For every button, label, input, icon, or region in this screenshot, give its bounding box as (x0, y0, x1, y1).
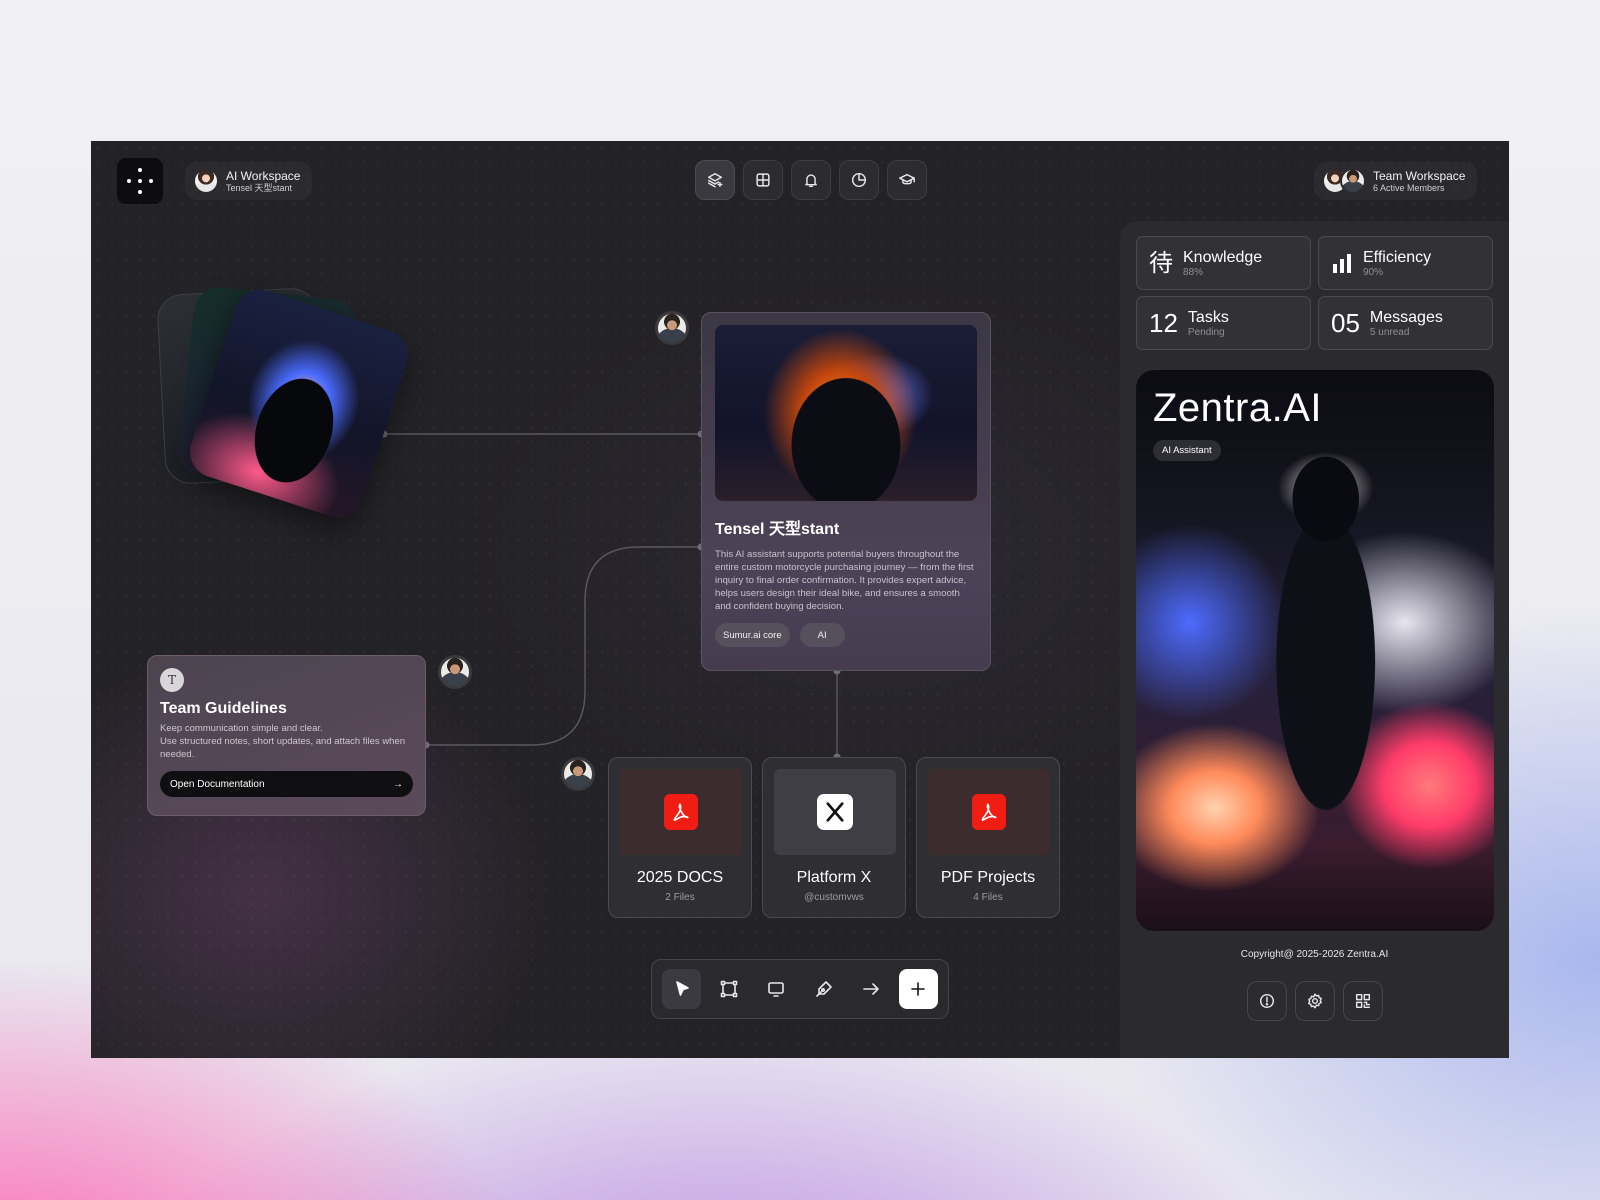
pdf-icon (664, 794, 698, 830)
stat-tasks[interactable]: 12 Tasks Pending (1136, 296, 1311, 350)
pen-icon (815, 981, 832, 997)
open-documentation-label: Open Documentation (170, 778, 265, 790)
stat-label: Tasks (1187, 308, 1229, 326)
assistant-description: This AI assistant supports potential buy… (715, 549, 974, 612)
connector-guide-to-card (426, 546, 701, 746)
stat-label: Efficiency (1363, 248, 1432, 266)
frame-tool[interactable] (709, 969, 748, 1009)
stat-value: 5 unread (1369, 326, 1410, 338)
collaborator-avatar[interactable] (561, 757, 595, 791)
file-count: 2 Files (665, 892, 695, 903)
screen-icon (768, 982, 785, 997)
screen-tool[interactable] (757, 969, 796, 1009)
assistant-image (715, 325, 977, 501)
assistant-card[interactable]: Tensel 天型stant This AI assistant support… (701, 312, 991, 671)
file-name: 2025 DOCS (636, 869, 724, 886)
panel-actions (1247, 981, 1383, 1021)
open-documentation-button[interactable]: Open Documentation → (160, 771, 413, 797)
frame-icon (720, 980, 738, 998)
stat-messages[interactable]: 05 Messages 5 unread (1318, 296, 1493, 350)
file-name: Platform X (796, 869, 872, 886)
collaborator-avatar[interactable] (655, 311, 689, 345)
collaborator-avatar[interactable] (438, 655, 472, 689)
arrow-icon (863, 983, 879, 995)
file-card[interactable]: 2025 DOCS 2 Files (608, 757, 752, 918)
plus-icon (911, 982, 926, 996)
file-count: 4 Files (973, 892, 1003, 903)
file-card[interactable]: Platform X @customvws (762, 757, 906, 918)
info-icon (1259, 993, 1275, 1009)
tag-chip[interactable]: AI (799, 623, 845, 647)
stat-label: Messages (1369, 308, 1443, 326)
pen-tool[interactable] (804, 969, 843, 1009)
knowledge-glyph: 待 (1149, 249, 1173, 277)
file-thumbnail (928, 769, 1050, 855)
file-handle: @customvws (804, 892, 864, 903)
copyright-text: Copyright@ 2025-2026 Zentra.AI (1240, 949, 1389, 960)
file-name: PDF Projects (940, 869, 1036, 886)
app-window: AI Workspace Tensel 天型stant Team Workspa… (91, 141, 1509, 1058)
stat-number: 12 (1149, 308, 1178, 338)
assistant-tags: Sumur.ai core AI (715, 623, 977, 647)
qr-code-icon (1355, 993, 1371, 1009)
file-card[interactable]: PDF Projects 4 Files (916, 757, 1060, 918)
guidelines-title: Team Guidelines (160, 700, 287, 717)
arrow-tool[interactable] (851, 969, 890, 1009)
file-thumbnail (620, 769, 742, 855)
file-thumbnail (774, 769, 896, 855)
pdf-icon (972, 794, 1006, 830)
settings-button[interactable] (1295, 981, 1335, 1021)
hero-title: Zentra.AI (1153, 386, 1323, 430)
stat-label: Knowledge (1183, 248, 1263, 266)
team-guidelines-card[interactable]: T Team Guidelines Keep communication sim… (147, 655, 426, 816)
pointer-icon (675, 981, 689, 996)
hero-card[interactable]: Zentra.AI AI Assistant (1136, 370, 1494, 931)
x-logo-icon (817, 794, 853, 830)
text-icon: T (160, 668, 184, 692)
assistant-title: Tensel 天型stant (715, 521, 840, 538)
bar-chart-icon (1333, 254, 1351, 273)
tag-chip[interactable]: Sumur.ai core (715, 623, 790, 647)
stat-value: Pending (1187, 326, 1225, 338)
add-button[interactable] (898, 969, 938, 1009)
stat-knowledge[interactable]: 待 Knowledge 88% (1136, 236, 1311, 290)
stat-value: 88% (1183, 266, 1204, 278)
arrow-right-icon: → (393, 778, 403, 790)
settings-icon (1308, 993, 1322, 1009)
canvas-toolbar (651, 959, 949, 1019)
stat-value: 90% (1363, 266, 1384, 278)
guidelines-text: Keep communication simple and clear. Use… (160, 722, 413, 761)
select-tool[interactable] (662, 969, 702, 1009)
stat-efficiency[interactable]: Efficiency 90% (1318, 236, 1493, 290)
info-button[interactable] (1247, 981, 1287, 1021)
qr-button[interactable] (1343, 981, 1383, 1021)
hero-badge: AI Assistant (1153, 440, 1221, 461)
guidelines-line: Keep communication simple and clear. (160, 723, 323, 734)
guidelines-line: Use structured notes, short updates, and… (160, 736, 406, 760)
stat-number: 05 (1331, 308, 1360, 338)
